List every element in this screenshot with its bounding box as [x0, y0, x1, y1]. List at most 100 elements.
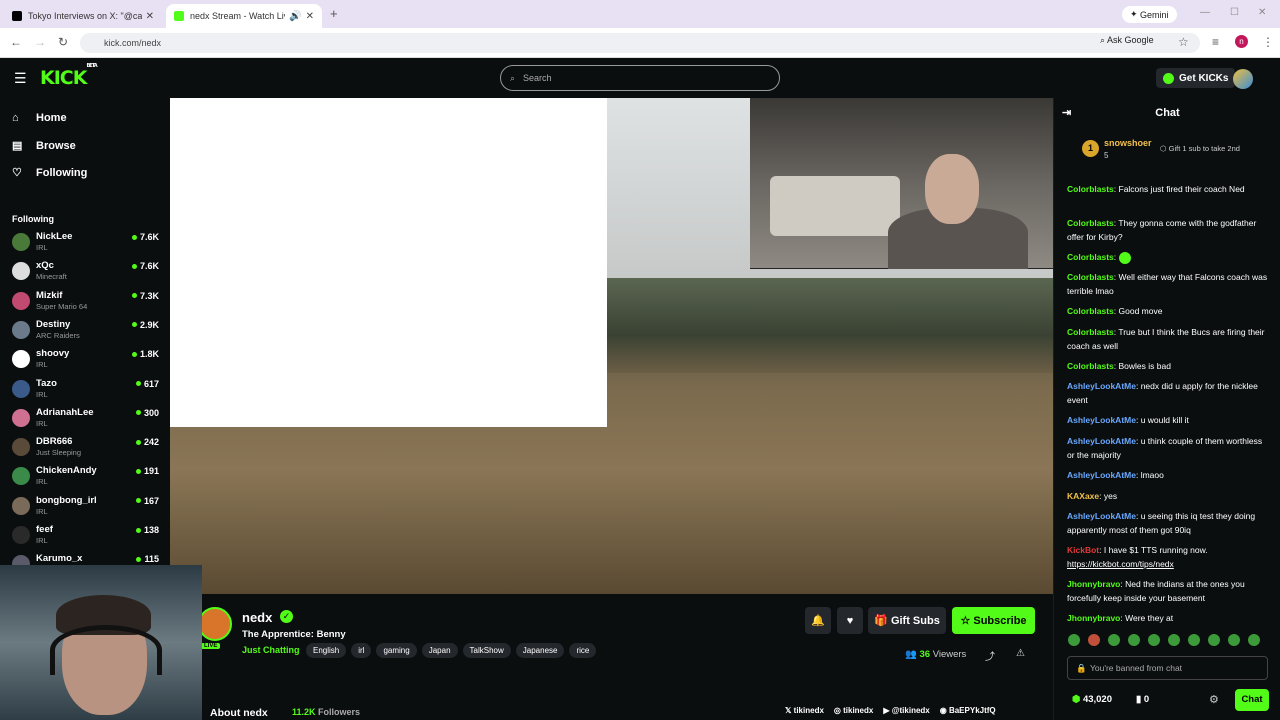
ask-google-button[interactable]: ⌕ Ask Google	[1100, 35, 1154, 46]
following-item[interactable]: NickLee IRL 7.6K	[12, 230, 162, 258]
search-input[interactable]: ⌕ Search	[500, 65, 780, 91]
emote-icon[interactable]	[1148, 634, 1160, 646]
streamer-name[interactable]: nedx	[242, 610, 272, 625]
stream-tag[interactable]: Japanese	[515, 643, 565, 658]
chat-username[interactable]: AshleyLookAtMe	[1067, 436, 1136, 446]
chat-link[interactable]: https://kickbot.com/tips/nedx	[1067, 559, 1174, 569]
chat-username[interactable]: Colorblasts	[1067, 218, 1114, 228]
subscribe-button[interactable]: ☆ Subscribe	[952, 607, 1035, 634]
chat-username[interactable]: AshleyLookAtMe	[1067, 511, 1136, 521]
report-icon[interactable]: ⚠	[1016, 648, 1025, 659]
following-item[interactable]: shoovy IRL 1.8K	[12, 347, 162, 375]
chat-username[interactable]: Jhonnybravo	[1067, 613, 1120, 623]
speaker-icon[interactable]: 🔊	[289, 11, 301, 22]
emote-icon[interactable]	[1068, 634, 1080, 646]
discord-social-link[interactable]: ◉ BaEPYkJtfQ	[940, 706, 996, 715]
following-item[interactable]: Destiny ARC Raiders 2.9K	[12, 318, 162, 346]
chat-username[interactable]: Colorblasts	[1067, 361, 1114, 371]
chat-username[interactable]: KAXaxe	[1067, 491, 1099, 501]
browser-tab-kick[interactable]: nedx Stream - Watch Live o 🔊 ✕	[166, 4, 322, 28]
emote-icon[interactable]	[1128, 634, 1140, 646]
chat-username[interactable]: Jhonnybravo	[1067, 579, 1120, 589]
streamer-avatar[interactable]	[198, 607, 232, 641]
kick-logo[interactable]: KICKBETA	[40, 63, 98, 89]
stream-tag[interactable]: TalkShow	[462, 643, 511, 658]
following-item[interactable]: ChickenAndy IRL 191	[12, 464, 162, 492]
chat-username[interactable]: Colorblasts	[1067, 184, 1114, 194]
instagram-social-link[interactable]: ◎ tikinedx	[834, 706, 873, 715]
stream-tag[interactable]: irl	[351, 643, 372, 658]
forward-icon[interactable]: →	[34, 35, 46, 49]
chat-username[interactable]: AshleyLookAtMe	[1067, 470, 1136, 480]
notification-bell-button[interactable]: 🔔	[805, 607, 831, 634]
reload-icon[interactable]: ↻	[58, 35, 68, 49]
emote-icon[interactable]	[1108, 634, 1120, 646]
sidebar-item-following[interactable]: ♡ Following	[12, 166, 87, 180]
close-window-icon[interactable]: ✕	[1258, 7, 1266, 18]
secondary-points[interactable]: ▮ 0	[1136, 694, 1149, 705]
chat-username[interactable]: Colorblasts	[1067, 306, 1114, 316]
browser-tab-x[interactable]: Tokyo Interviews on X: "@calli ✕	[4, 4, 162, 28]
stream-tag[interactable]: rice	[569, 643, 597, 658]
channel-avatar	[12, 291, 30, 310]
youtube-social-link[interactable]: ▶ @tikinedx	[883, 706, 929, 715]
leader-username[interactable]: snowshoer	[1104, 138, 1152, 148]
emote-icon[interactable]	[1168, 634, 1180, 646]
emote-icon[interactable]	[1248, 634, 1260, 646]
gift-subs-label: Gift Subs	[890, 614, 940, 627]
close-tab-icon[interactable]: ✕	[146, 11, 154, 22]
stream-tag[interactable]: gaming	[376, 643, 417, 658]
stream-category[interactable]: Just Chatting	[242, 645, 300, 655]
chat-username[interactable]: KickBot	[1067, 545, 1099, 555]
emote-icon[interactable]	[1088, 634, 1100, 646]
send-chat-button[interactable]: Chat	[1235, 689, 1269, 711]
gift-to-rank-button[interactable]: ⬡ Gift 1 sub to take 2nd	[1160, 144, 1240, 153]
emote-icon[interactable]	[1188, 634, 1200, 646]
new-tab-button[interactable]: +	[330, 6, 338, 21]
bookmark-star-icon[interactable]: ☆	[1178, 35, 1189, 49]
following-item[interactable]: Tazo IRL 617	[12, 377, 162, 405]
chat-username[interactable]: AshleyLookAtMe	[1067, 381, 1136, 391]
chat-username[interactable]: Colorblasts	[1067, 327, 1114, 337]
stream-tag[interactable]: Japan	[421, 643, 458, 658]
emote-icon[interactable]	[1208, 634, 1220, 646]
sidebar-item-browse[interactable]: ▤ Browse	[12, 139, 76, 153]
following-item[interactable]: Mizkif Super Mario 64 7.3K	[12, 289, 162, 317]
following-item[interactable]: feef IRL 138	[12, 523, 162, 551]
live-dot-icon	[136, 556, 142, 562]
gift-subs-button[interactable]: 🎁 Gift Subs	[868, 607, 946, 634]
close-tab-icon[interactable]: ✕	[306, 11, 314, 22]
hamburger-menu-icon[interactable]: ☰	[14, 70, 27, 87]
chat-settings-gear-icon[interactable]: ⚙	[1209, 693, 1219, 706]
profile-avatar[interactable]: n	[1235, 35, 1248, 48]
sidebar-item-home[interactable]: ⌂ Home	[12, 112, 67, 124]
url-field[interactable]: kick.com/nedx	[80, 33, 1200, 53]
gemini-button[interactable]: ✦ Gemini	[1122, 6, 1177, 23]
follow-heart-button[interactable]: ♥	[837, 607, 863, 634]
rank-badge: 1	[1082, 140, 1099, 157]
emote-icon[interactable]	[1228, 634, 1240, 646]
chat-username[interactable]: Colorblasts	[1067, 272, 1114, 282]
following-item[interactable]: xQc Minecraft 7.6K	[12, 259, 162, 287]
following-item[interactable]: AdrianahLee IRL 300	[12, 406, 162, 434]
reading-list-icon[interactable]: ≡	[1212, 35, 1219, 49]
menu-dots-icon[interactable]: ⋮	[1262, 35, 1274, 49]
user-avatar[interactable]	[1233, 69, 1253, 89]
chat-username[interactable]: AshleyLookAtMe	[1067, 415, 1136, 425]
chat-username[interactable]: Colorblasts	[1067, 252, 1114, 262]
channel-name: Mizkif	[36, 289, 63, 301]
get-kicks-button[interactable]: Get KICKs	[1156, 68, 1236, 88]
minimize-icon[interactable]: —	[1200, 7, 1210, 18]
back-icon[interactable]: ←	[10, 35, 22, 49]
site-header: ☰ KICKBETA ⌕ Search Get KICKs	[0, 58, 1280, 98]
x-social-link[interactable]: 𝕏 tikinedx	[785, 706, 824, 715]
following-item[interactable]: bongbong_irl IRL 167	[12, 494, 162, 522]
video-player[interactable]	[170, 98, 1053, 594]
chat-input[interactable]: 🔒 You're banned from chat	[1067, 656, 1268, 680]
collapse-chat-icon[interactable]: ⇥	[1062, 98, 1071, 128]
share-icon[interactable]: ⤴	[985, 648, 995, 663]
following-item[interactable]: DBR666 Just Sleeping 242	[12, 435, 162, 463]
maximize-icon[interactable]: ☐	[1230, 7, 1239, 18]
channel-points[interactable]: ⬢ 43,020	[1072, 694, 1112, 705]
stream-tag[interactable]: English	[306, 643, 347, 658]
